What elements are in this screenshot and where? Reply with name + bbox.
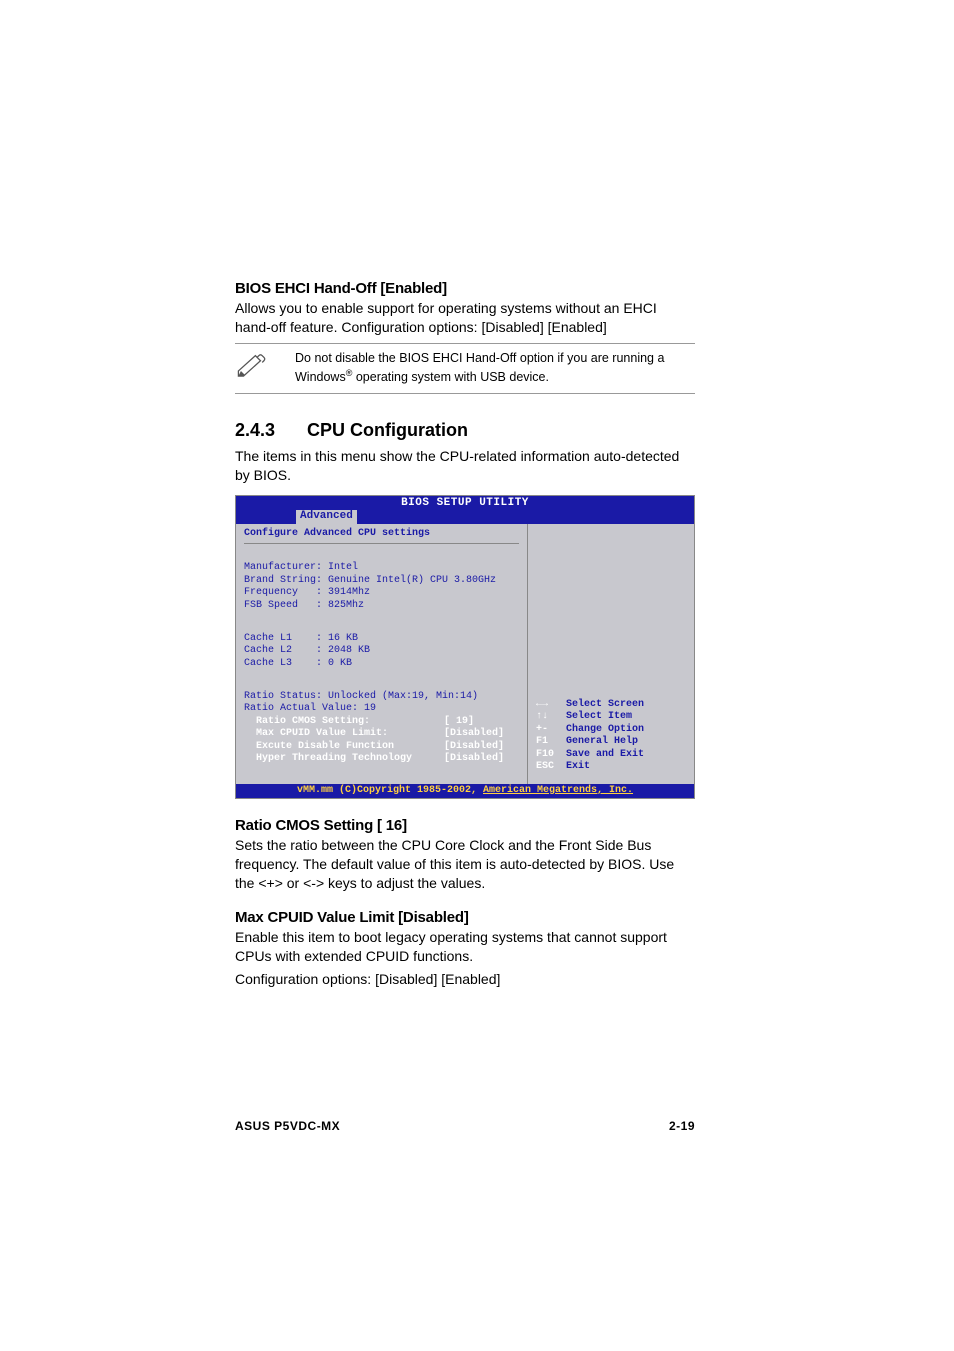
heading-max-cpuid: Max CPUID Value Limit [Disabled] [235,909,695,926]
note-text: Do not disable the BIOS EHCI Hand-Off op… [295,350,695,387]
bios-item-max-cpuid: Max CPUID Value Limit:[Disabled] [244,728,504,739]
bios-item-ratio-cmos: Ratio CMOS Setting:[ 19] [244,716,474,727]
bios-item-hyper-threading: Hyper Threading Technology[Disabled] [244,753,504,764]
body-ratio-cmos: Sets the ratio between the CPU Core Cloc… [235,836,695,893]
body-ehci: Allows you to enable support for operati… [235,299,695,337]
bios-item-execute-disable: Excute Disable Function[Disabled] [244,741,504,752]
heading-ehci: BIOS EHCI Hand-Off [Enabled] [235,280,695,297]
note-block: Do not disable the BIOS EHCI Hand-Off op… [235,343,695,394]
body-cpu-config: The items in this menu show the CPU-rela… [235,447,695,485]
footer-page-number: 2-19 [669,1119,695,1133]
bios-footer: vMM.mm (C)Copyright 1985-2002, American … [236,784,694,799]
bios-subheader: Configure Advanced CPU settings [244,528,519,544]
bios-screenshot: BIOS SETUP UTILITY Advanced Configure Ad… [235,495,695,800]
body-max-cpuid-1: Enable this item to boot legacy operatin… [235,928,695,966]
heading-ratio-cmos: Ratio CMOS Setting [ 16] [235,817,695,834]
pencil-note-icon [235,350,295,381]
footer-product: ASUS P5VDC-MX [235,1119,340,1133]
bios-title: BIOS SETUP UTILITY [236,497,694,511]
bios-legend: ←→Select Screen ↑↓Select Item +-Change O… [536,686,686,774]
body-max-cpuid-2: Configuration options: [Disabled] [Enabl… [235,970,695,989]
heading-cpu-config: 2.4.3CPU Configuration [235,420,695,441]
bios-tab-advanced: Advanced [296,510,357,524]
